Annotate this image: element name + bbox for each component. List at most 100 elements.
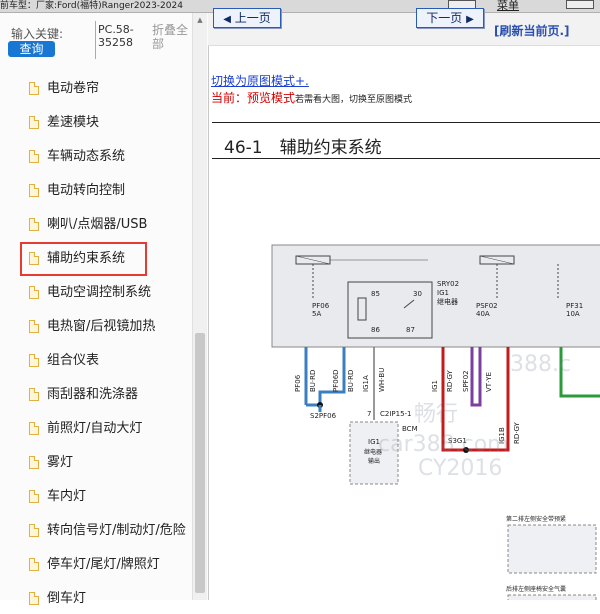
vehicle-model-text: 前车型：厂家:Ford(福特)Ranger2023-2024 xyxy=(0,1,183,11)
document-icon xyxy=(29,354,39,367)
divider xyxy=(212,158,600,159)
fuse-rating: 5A xyxy=(312,310,321,318)
wire-green xyxy=(559,347,600,398)
bcm-id: IG1 xyxy=(368,438,380,446)
next-page-button[interactable]: 下一页 ▶ xyxy=(416,8,484,28)
nav-item[interactable]: 车内灯 xyxy=(0,482,192,512)
scroll-up-icon[interactable]: ▲ xyxy=(193,15,207,25)
nav-item-label: 停车灯/尾灯/牌照灯 xyxy=(47,557,160,572)
nav-item[interactable]: 电动转向控制 xyxy=(0,176,192,206)
wire-label: VT·YE xyxy=(485,372,493,392)
nav-item-label: 雾灯 xyxy=(47,455,74,470)
relay-name: SRY02 xyxy=(437,280,459,288)
nav-item-label: 前照灯/自动大灯 xyxy=(47,421,143,436)
nav-item-label: 电动转向控制 xyxy=(47,183,126,198)
splice-dot xyxy=(463,447,469,453)
wire-label: PF06 xyxy=(294,374,302,392)
wire-label: WH·BU xyxy=(378,368,386,392)
document-icon xyxy=(29,422,39,435)
arrow-left-icon: ◀ xyxy=(223,14,231,25)
relay-pin: 30 xyxy=(413,290,422,298)
nav-item[interactable]: 组合仪表 xyxy=(0,346,192,376)
splice-label: S3G1 xyxy=(448,437,467,445)
current-mode-prefix: 当前：预览模式 xyxy=(211,91,296,105)
nav-item-label: 车辆动态系统 xyxy=(47,149,126,164)
relay-pin: 85 xyxy=(371,290,380,298)
nav-item[interactable]: 差速模块 xyxy=(0,108,192,138)
nav-item[interactable]: 倒车灯 xyxy=(0,584,192,614)
refresh-link[interactable]: [刷新当前页.] xyxy=(494,22,570,39)
component-label: 后排左侧座椅安全气囊 xyxy=(506,585,566,593)
document-icon xyxy=(29,592,39,605)
document-icon xyxy=(29,320,39,333)
document-icon xyxy=(29,116,39,129)
fuse-label: PF31 xyxy=(566,302,583,310)
switch-mode-link[interactable]: 切换为原图模式+. xyxy=(211,72,309,89)
nav-item-label: 转向信号灯/制动灯/危险 xyxy=(47,523,186,538)
wire-purple xyxy=(470,347,482,407)
connector-pin: 7 xyxy=(367,410,371,418)
keyword-input[interactable]: 输入关键: xyxy=(11,25,63,42)
document-icon xyxy=(29,524,39,537)
wire-label: BU·RD xyxy=(309,370,317,392)
document-icon xyxy=(29,252,39,265)
document-icon xyxy=(29,150,39,163)
divider xyxy=(95,21,96,59)
left-scrollbar[interactable]: ▲ xyxy=(192,13,207,600)
title-bar: 前车型：厂家:Ford(福特)Ranger2023-2024 菜单 xyxy=(0,0,600,13)
nav-item[interactable]: 前照灯/自动大灯 xyxy=(0,414,192,444)
nav-item-label: 电热窗/后视镜加热 xyxy=(47,319,156,334)
query-button[interactable]: 查询 xyxy=(8,41,55,57)
wire-label: IG1A xyxy=(362,375,370,392)
nav-item-label: 喇叭/点烟器/USB xyxy=(47,217,148,232)
document-icon xyxy=(29,184,39,197)
bcm-line: 输出 xyxy=(368,457,380,465)
component-box xyxy=(507,594,597,600)
wire-label: PF06D xyxy=(332,369,340,392)
nav-item[interactable]: 电动空调控制系统 xyxy=(0,278,192,308)
divider xyxy=(212,122,600,123)
nav-item[interactable]: 车辆动态系统 xyxy=(0,142,192,172)
nav-item-label: 电动卷帘 xyxy=(47,81,100,96)
nav-item-label: 差速模块 xyxy=(47,115,100,130)
document-icon xyxy=(29,456,39,469)
prev-page-label: 上一页 xyxy=(234,11,271,25)
fuse-rating: 40A xyxy=(476,310,490,318)
nav-item-selected[interactable]: 辅助约束系统 xyxy=(20,242,147,276)
fuse-rating: 10A xyxy=(566,310,580,318)
bcm-line: 继电器 xyxy=(364,448,382,456)
wire-label: RD·GY xyxy=(446,369,454,392)
menu-link[interactable]: 菜单 xyxy=(497,0,519,12)
prev-page-button[interactable]: ◀ 上一页 xyxy=(213,8,281,28)
arrow-right-icon: ▶ xyxy=(466,14,474,25)
wire-label: IG1B xyxy=(498,427,506,444)
nav-item-label: 倒车灯 xyxy=(47,591,87,606)
relay-desc: 继电器 xyxy=(437,297,458,306)
component-box xyxy=(507,524,597,574)
collapse-all-button[interactable]: 折叠全部 xyxy=(152,23,192,51)
document-icon xyxy=(29,286,39,299)
wiring-diagram: PF06 5A PSF02 40A PF31 10A 85 30 86 87 S… xyxy=(271,244,600,600)
nav-item[interactable]: 停车灯/尾灯/牌照灯 xyxy=(0,550,192,580)
relay-pin: 87 xyxy=(406,326,415,334)
wire-label: IG1 xyxy=(431,380,439,392)
bcm-label: BCM xyxy=(402,425,418,433)
nav-item-label: 组合仪表 xyxy=(47,353,100,368)
nav-item[interactable]: 电热窗/后视镜加热 xyxy=(0,312,192,342)
scroll-thumb[interactable] xyxy=(195,333,205,593)
document-icon xyxy=(29,388,39,401)
wire-label: BU·RD xyxy=(347,370,355,392)
nav-item-label: 电动空调控制系统 xyxy=(47,285,152,300)
nav-item[interactable]: 喇叭/点烟器/USB xyxy=(0,210,192,240)
document-icon xyxy=(29,218,39,231)
toolbar-icon[interactable] xyxy=(566,0,594,9)
nav-item-label: 辅助约束系统 xyxy=(47,251,126,266)
connector-label: C2IP15-1 xyxy=(380,410,412,418)
nav-item[interactable]: 雾灯 xyxy=(0,448,192,478)
relay-pin: 86 xyxy=(371,326,380,334)
nav-item[interactable]: 转向信号灯/制动灯/危险 xyxy=(0,516,192,546)
nav-item-label: 雨刮器和洗涤器 xyxy=(47,387,139,402)
nav-item[interactable]: 雨刮器和洗涤器 xyxy=(0,380,192,410)
nav-item[interactable]: 电动卷帘 xyxy=(0,74,192,104)
document-icon xyxy=(29,490,39,503)
